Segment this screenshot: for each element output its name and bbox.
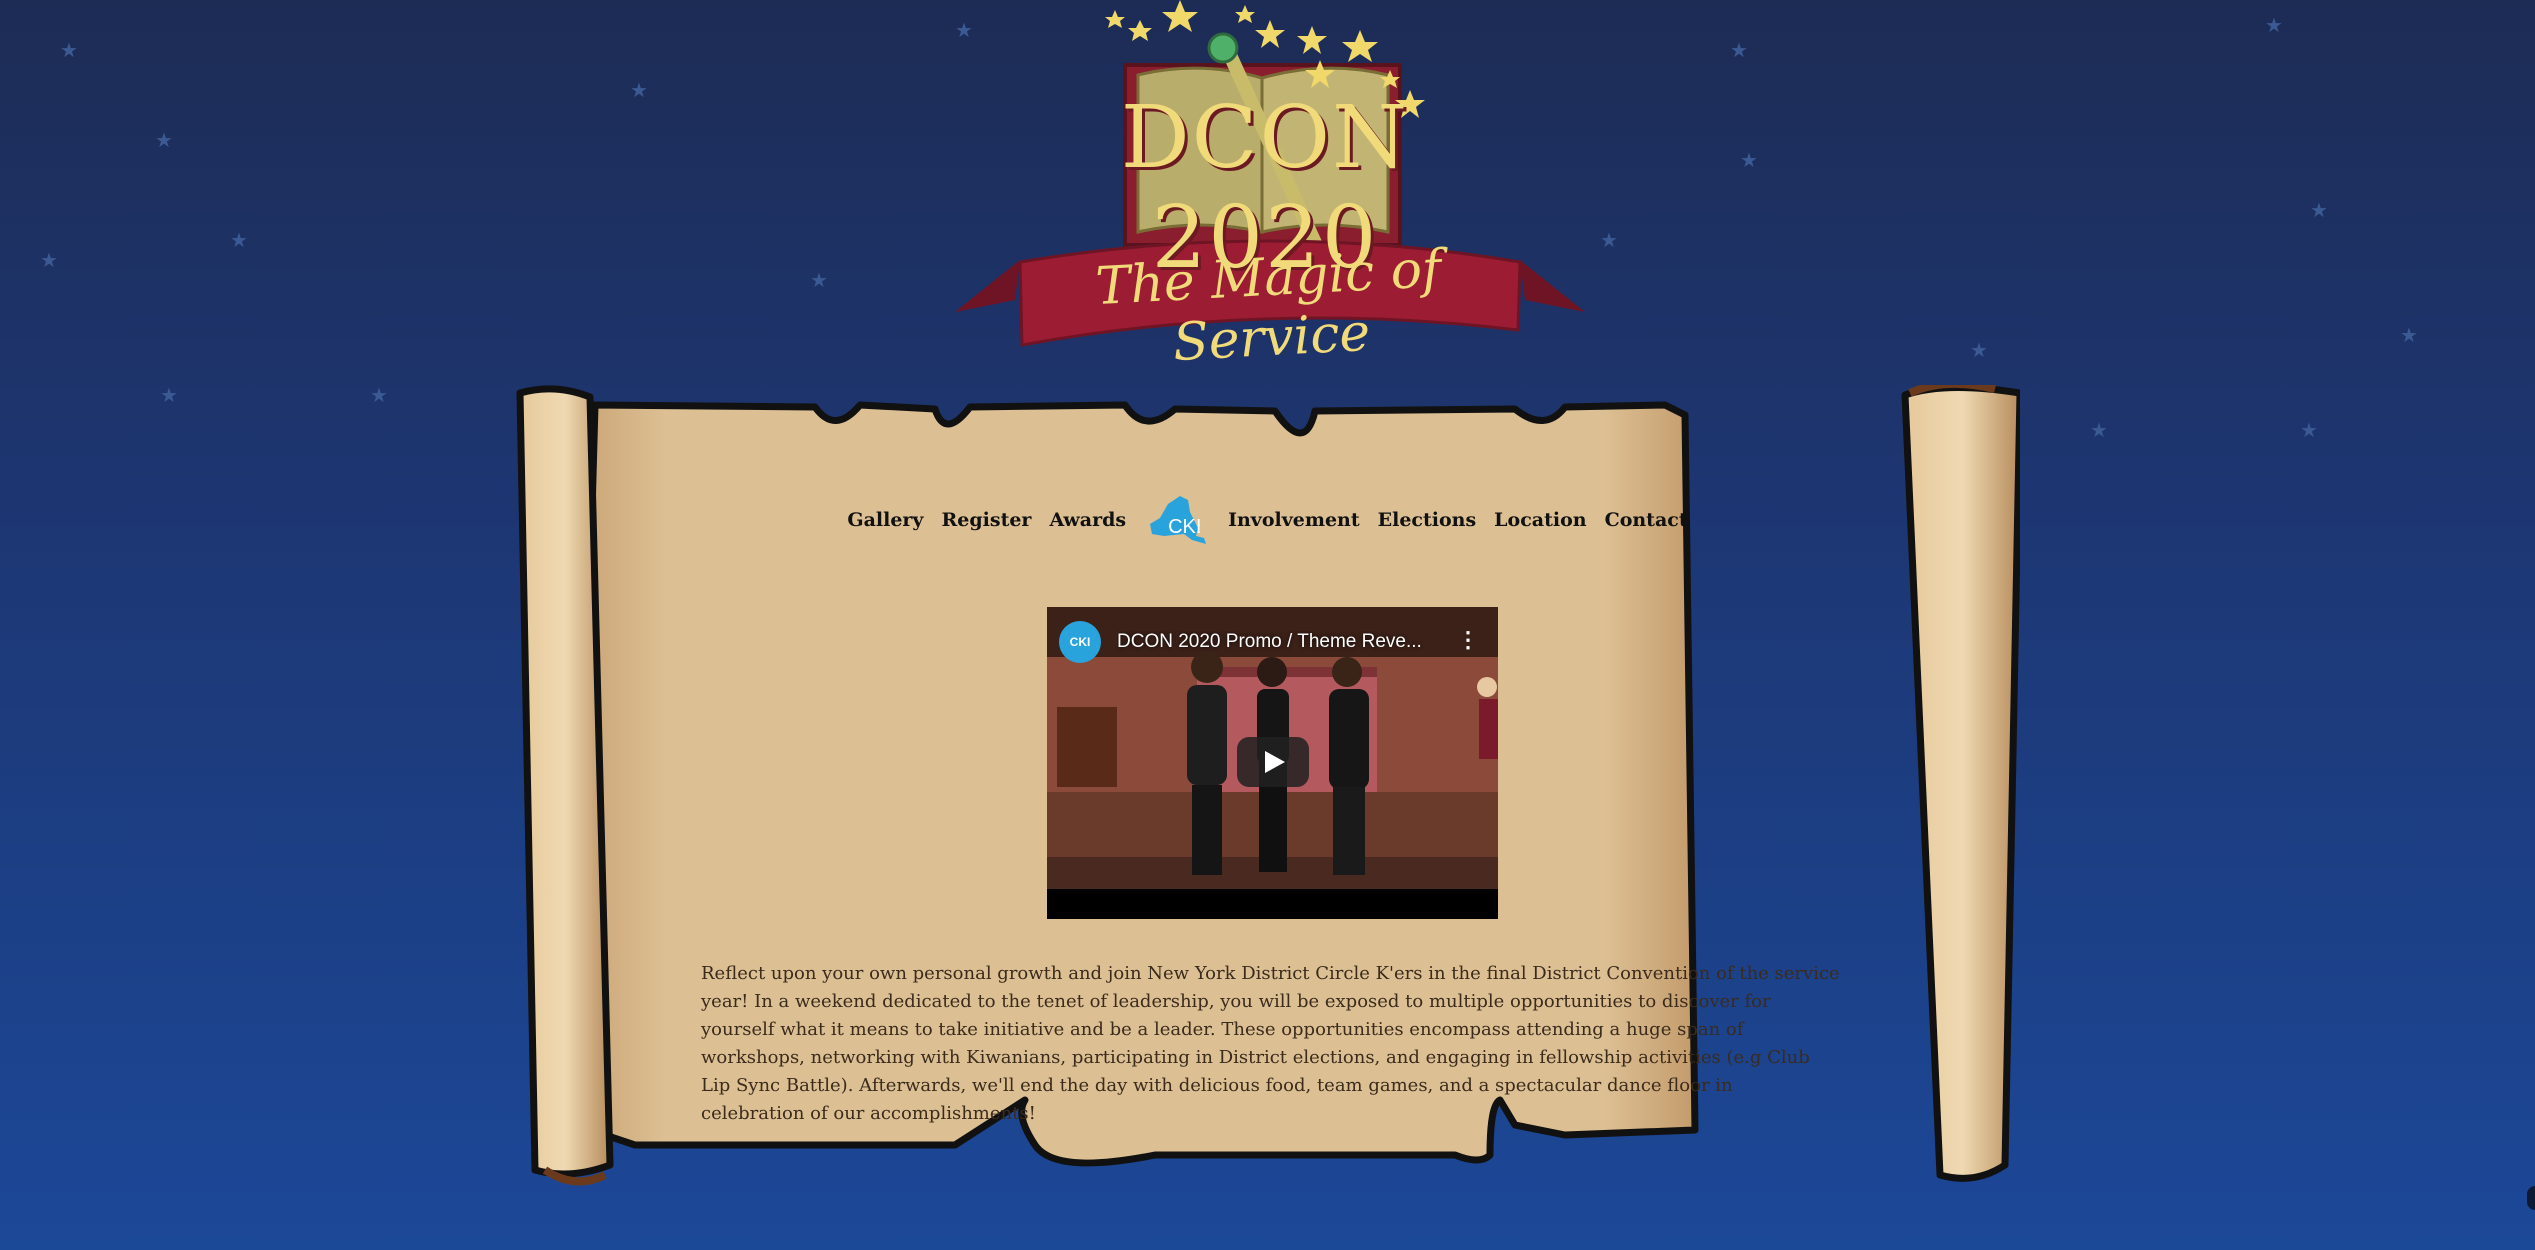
event-description: Reflect upon your own personal growth an…: [701, 963, 1840, 1124]
star-icon: ★: [1600, 228, 1618, 252]
promo-video-player[interactable]: CKI DCON 2020 Promo / Theme Reve... ⋮: [1047, 607, 1498, 919]
star-icon: ★: [1730, 38, 1748, 62]
nav-awards[interactable]: Awards: [1049, 509, 1126, 531]
star-icon: [1105, 10, 1125, 28]
star-icon: [1297, 26, 1327, 54]
star-icon: ★: [370, 383, 388, 407]
play-icon: [1265, 751, 1285, 773]
play-button[interactable]: [1237, 737, 1309, 787]
star-icon: [1128, 20, 1152, 41]
nav-contact[interactable]: Contact: [1605, 509, 1688, 531]
star-icon: ★: [2090, 418, 2108, 442]
star-icon: [1235, 5, 1255, 23]
nav-register[interactable]: Register: [941, 509, 1031, 531]
site-logo: DCON 2020 The Magic of Service: [940, 0, 1600, 373]
star-icon: ★: [2310, 198, 2328, 222]
more-options-icon[interactable]: ⋮: [1457, 629, 1479, 651]
star-icon: ★: [630, 78, 648, 102]
star-icon: [1255, 20, 1285, 48]
star-icon: ★: [1970, 338, 1988, 362]
video-title[interactable]: DCON 2020 Promo / Theme Reve...: [1117, 631, 1437, 653]
star-icon: ★: [155, 128, 173, 152]
star-icon: ★: [230, 228, 248, 252]
star-icon: [1342, 30, 1378, 62]
star-icon: ★: [2265, 13, 2283, 37]
star-icon: ★: [810, 268, 828, 292]
nav-elections[interactable]: Elections: [1378, 509, 1477, 531]
star-icon: ★: [2400, 323, 2418, 347]
cki-logo-text: CKI: [1168, 516, 1202, 538]
star-icon: ★: [1740, 148, 1758, 172]
star-icon: ★: [60, 38, 78, 62]
star-icon: ★: [160, 383, 178, 407]
scroll-edge-handle: [2527, 1186, 2535, 1210]
star-icon: [1162, 0, 1198, 32]
nav-gallery[interactable]: Gallery: [847, 509, 923, 531]
video-bottom-bar: [1047, 889, 1498, 919]
main-nav: Gallery Register Awards CKI Involvement …: [0, 494, 2535, 546]
logo-tagline: The Magic of Service: [1094, 239, 1443, 374]
star-icon: ★: [2300, 418, 2318, 442]
nav-location[interactable]: Location: [1494, 509, 1586, 531]
nav-involvement[interactable]: Involvement: [1228, 509, 1360, 531]
channel-avatar[interactable]: CKI: [1059, 621, 1101, 663]
cki-logo-home-link[interactable]: CKI: [1144, 494, 1210, 546]
star-icon: ★: [40, 248, 58, 272]
